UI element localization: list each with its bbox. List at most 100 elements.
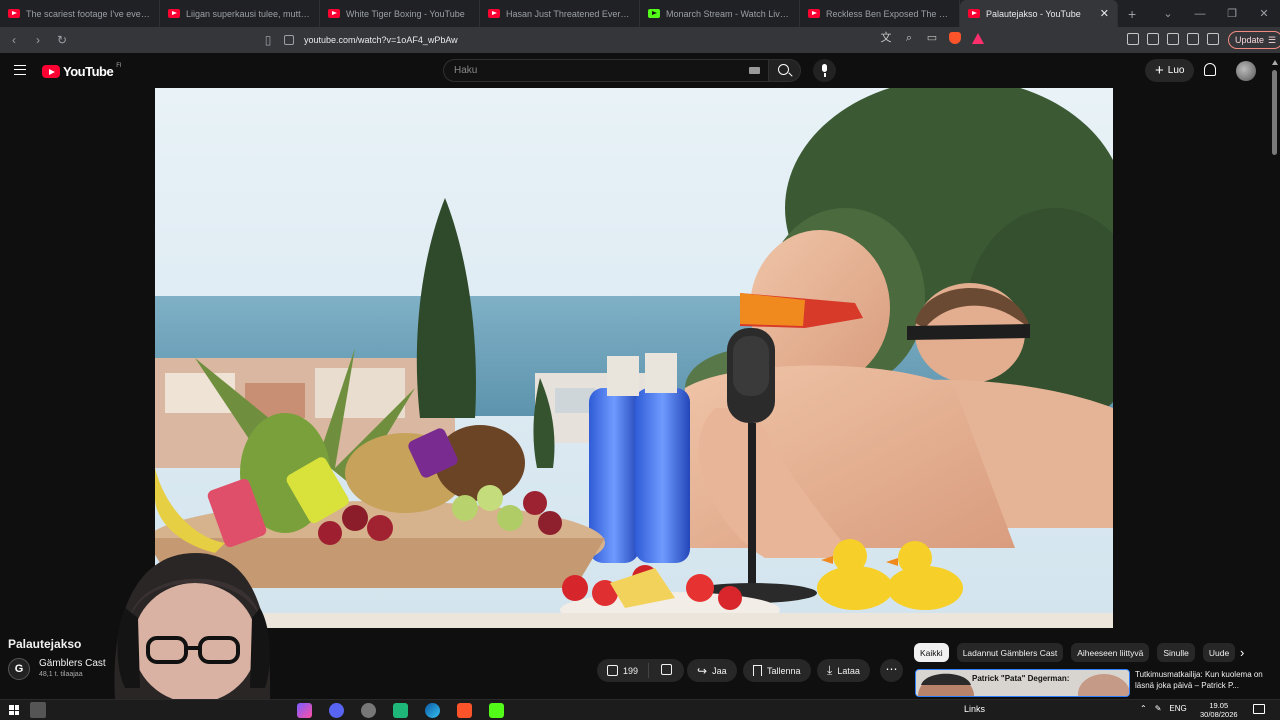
site-info-icon[interactable] [284,35,294,45]
close-tab-icon[interactable]: ✕ [1100,7,1109,20]
discord-icon[interactable] [329,703,344,718]
more-actions-button[interactable]: ⋯ [880,659,903,682]
recommendation-thumbnail[interactable]: Patrick "Pata" Degerman: [915,669,1130,697]
thumbs-down-icon [661,664,672,675]
chip-uploaded-by[interactable]: Ladannut Gämblers Cast [956,643,1064,662]
chevron-right-icon[interactable]: › [1240,645,1244,660]
restore-icon[interactable]: ❐ [1216,7,1248,20]
address-actions: 文 ⌕ ▭ [880,32,984,44]
wallet-icon[interactable] [1167,33,1179,45]
tab-search-icon[interactable]: ⌄ [1152,7,1184,20]
chip-for-you[interactable]: Sinulle [1157,643,1195,662]
menu-icon: ☰ [1268,34,1277,45]
taskbar-apps [297,703,504,718]
youtube-favicon-icon [488,9,500,18]
browser-tab[interactable]: The scariest footage I've ever seen... [0,0,160,27]
search-input[interactable]: Haku [443,59,769,82]
browser-tab[interactable]: Hasan Just Threatened Everyone Big [480,0,640,27]
youtube-favicon-icon [8,9,20,18]
video-title: Palautejakso [8,637,82,651]
edge-icon[interactable] [425,703,440,718]
calculator-icon[interactable] [393,703,408,718]
bookmark-icon[interactable]: ▯ [258,33,278,47]
language-indicator[interactable]: ENG [1169,704,1186,713]
chip-all[interactable]: Kaikki [914,643,949,662]
streamer-webcam-image [114,553,271,700]
browser-tab[interactable]: White Tiger Boxing - YouTube [320,0,480,27]
browser-tab-strip: The scariest footage I've ever seen... L… [0,0,1280,27]
browser-tab-active[interactable]: Palautejakso - YouTube ✕ [960,0,1118,27]
voice-search-button[interactable] [813,59,836,82]
brave-icon[interactable] [457,703,472,718]
account-avatar[interactable] [1236,61,1256,81]
taskbar-clock[interactable]: 19.05 30/08/2026 [1200,701,1238,719]
youtube-play-icon [42,65,60,78]
notifications-bell-icon[interactable] [1204,63,1216,76]
close-window-icon[interactable]: ✕ [1248,7,1280,20]
browser-tab[interactable]: Reckless Ben Exposed The Most Evil [800,0,960,27]
vpn-icon[interactable] [1207,33,1219,45]
translate-icon[interactable]: 文 [880,32,892,44]
youtube-favicon-icon [168,9,180,18]
page-scrollbar[interactable] [1270,60,1280,695]
update-button[interactable]: Update ☰ [1228,31,1280,49]
cast-icon[interactable]: ▭ [926,32,938,44]
steam-icon[interactable] [361,703,376,718]
related-filter-chips: Kaikki Ladannut Gämblers Cast Aiheeseen … [914,643,1236,662]
like-button[interactable]: 199 [597,663,649,678]
video-player[interactable] [155,88,1113,628]
webcam-overlay [100,548,282,700]
new-tab-button[interactable]: + [1128,6,1136,22]
chip-new[interactable]: Uude [1202,643,1236,662]
brave-shields-icon[interactable] [949,32,961,44]
system-tray: ⌃ ✎ ENG [1140,704,1187,713]
video-frame-image [155,88,1113,628]
keyboard-icon[interactable] [749,67,760,74]
scrollbar-thumb[interactable] [1272,70,1277,155]
tray-chevron-icon[interactable]: ⌃ [1140,704,1147,713]
extensions-icon[interactable] [1187,33,1199,45]
forward-icon[interactable]: › [28,33,48,47]
brave-rewards-icon[interactable] [972,32,984,44]
chip-related[interactable]: Aiheeseen liittyvä [1071,643,1150,662]
share-arrow-icon: ↪ [697,663,708,678]
taskbar-links[interactable]: Links [964,704,985,714]
dislike-button[interactable] [649,664,672,677]
recommendation-title[interactable]: Tutkimusmatkailija: Kun kuolema on läsnä… [1135,669,1265,691]
windows-start-icon[interactable] [9,705,19,715]
plus-icon: + [1155,61,1164,79]
youtube-logo[interactable]: YouTube FI [42,63,122,79]
thumbs-up-icon [607,665,618,676]
channel-name[interactable]: Gämblers Cast [39,658,106,669]
sidebar-icon[interactable] [1147,33,1159,45]
media-icon[interactable] [1127,33,1139,45]
kick-favicon-icon [648,9,660,18]
minimize-icon[interactable]: — [1184,8,1216,20]
youtube-favicon-icon [328,9,340,18]
search-button[interactable] [769,59,801,82]
notification-center-icon[interactable] [1253,704,1265,714]
channel-avatar[interactable]: G [8,658,30,680]
browser-tab[interactable]: Liigan superkausi tulee, mutta studi [160,0,320,27]
save-container: Tallenna [743,659,811,682]
download-container: ⤓ Lataa [817,659,870,682]
window-controls: ⌄ — ❐ ✕ [1152,0,1280,27]
bookmark-save-icon [753,665,762,676]
browser-tab[interactable]: Monarch Stream - Watch Live o [640,0,800,27]
taskbar-app-icon[interactable] [30,702,46,718]
youtube-header: YouTube FI Haku + Luo [0,53,1280,88]
windows-taskbar: Links ⌃ ✎ ENG 19.05 30/08/2026 [0,699,1280,720]
reload-icon[interactable]: ↻ [52,33,72,47]
subscriber-count: 48,1 t. tilaajaa [39,671,83,678]
pen-icon[interactable]: ✎ [1155,704,1162,713]
zoom-icon[interactable]: ⌕ [903,32,915,44]
share-button[interactable]: ↪ Jaa [687,659,737,682]
create-button[interactable]: + Luo [1145,59,1195,82]
guide-menu-icon[interactable] [14,65,26,75]
download-button[interactable]: ⤓ Lataa [817,659,870,682]
scroll-up-icon[interactable] [1272,60,1278,65]
kick-icon[interactable] [489,703,504,718]
save-button[interactable]: Tallenna [743,659,811,682]
copilot-icon[interactable] [297,703,312,718]
back-icon[interactable]: ‹ [4,33,24,47]
